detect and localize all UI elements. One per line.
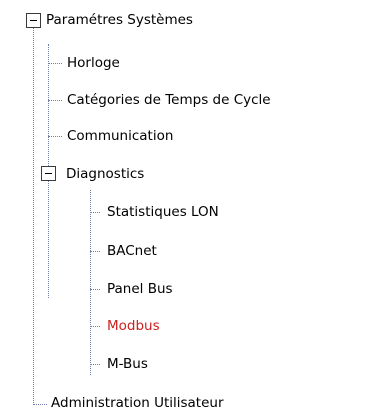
tree-node-modbus[interactable]: Modbus xyxy=(107,317,160,335)
tree-node-horloge[interactable]: Horloge xyxy=(67,54,120,72)
tree-node-panel-bus[interactable]: Panel Bus xyxy=(107,280,173,298)
tree-node-communication[interactable]: Communication xyxy=(67,127,173,145)
tree-branch xyxy=(90,212,100,213)
tree-connector-diagnostics xyxy=(90,190,91,375)
tree-branch xyxy=(90,326,100,327)
tree-branch xyxy=(48,136,62,137)
tree-node-diagnostics[interactable]: Diagnostics xyxy=(66,165,144,183)
tree-branch xyxy=(48,100,62,101)
tree-connector-root xyxy=(33,28,34,405)
tree-branch xyxy=(33,404,47,405)
tree-branch xyxy=(90,251,100,252)
tree-node-m-bus[interactable]: M-Bus xyxy=(107,355,148,373)
tree-branch xyxy=(90,364,100,365)
tree-node-administration-utilisateur[interactable]: Administration Utilisateur xyxy=(51,394,224,412)
collapse-toggle-parametres-systemes[interactable] xyxy=(26,13,41,28)
settings-tree: Paramétres Systèmes Horloge Catégories d… xyxy=(0,0,377,412)
tree-node-bacnet[interactable]: BACnet xyxy=(107,242,157,260)
tree-branch xyxy=(90,289,100,290)
tree-branch xyxy=(48,63,62,64)
tree-node-categories-temps-de-cycle[interactable]: Catégories de Temps de Cycle xyxy=(67,91,271,109)
tree-node-statistiques-lon[interactable]: Statistiques LON xyxy=(107,203,219,221)
collapse-toggle-diagnostics[interactable] xyxy=(41,166,56,181)
tree-node-parametres-systemes[interactable]: Paramétres Systèmes xyxy=(46,11,193,29)
